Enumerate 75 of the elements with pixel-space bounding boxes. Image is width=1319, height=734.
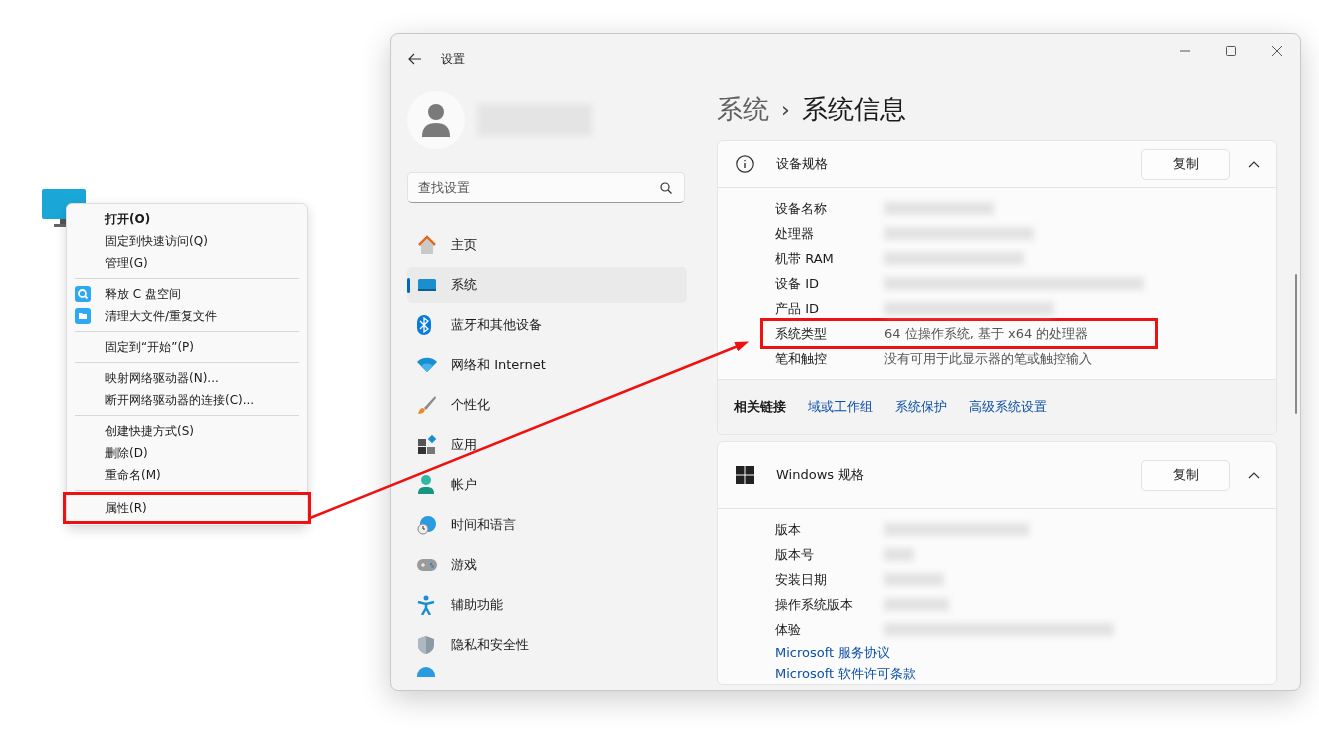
nav-item[interactable]: 隐私和安全性 bbox=[407, 627, 687, 663]
info-icon bbox=[736, 155, 754, 173]
spec-label: 操作系统版本 bbox=[775, 595, 854, 614]
menu-item[interactable]: 删除(D) bbox=[67, 442, 307, 464]
wifi-icon bbox=[417, 357, 437, 373]
search-icon bbox=[660, 182, 672, 194]
nav-item[interactable]: 辅助功能 bbox=[407, 587, 687, 623]
partial-nav-icon bbox=[417, 667, 435, 677]
menu-item[interactable]: 重命名(M) bbox=[67, 464, 307, 486]
bluetooth-icon bbox=[417, 315, 431, 335]
menu-item[interactable]: 创建快捷方式(S) bbox=[67, 420, 307, 442]
nav-item[interactable]: 帐户 bbox=[407, 467, 687, 503]
menu-item[interactable]: 释放 C 盘空间 bbox=[67, 283, 307, 305]
menu-item[interactable]: 打开(O) bbox=[67, 208, 307, 230]
spec-label: 体验 bbox=[775, 620, 802, 639]
nav-item[interactable]: 个性化 bbox=[407, 387, 687, 423]
close-icon[interactable] bbox=[1272, 46, 1282, 56]
windows-logo-icon bbox=[736, 466, 754, 484]
spec-label: 版本号 bbox=[775, 545, 815, 564]
nav-item[interactable]: 蓝牙和其他设备 bbox=[407, 307, 687, 343]
gamepad-icon bbox=[417, 558, 437, 572]
shield-icon bbox=[417, 635, 435, 655]
spec-value: 64 位操作系统, 基于 x64 的处理器 bbox=[884, 324, 1089, 343]
menu-item[interactable]: 映射网络驱动器(N)... bbox=[67, 367, 307, 389]
spec-label: 设备 ID bbox=[775, 274, 820, 293]
nav-item[interactable]: 游戏 bbox=[407, 547, 687, 583]
link[interactable]: 高级系统设置 bbox=[969, 398, 1047, 416]
spec-value: 没有可用于此显示器的笔或触控输入 bbox=[884, 349, 1092, 368]
breadcrumb-parent[interactable]: 系统 bbox=[717, 91, 769, 127]
spec-label: 处理器 bbox=[775, 224, 815, 243]
nav-item[interactable]: 主页 bbox=[407, 227, 687, 263]
window-title: 设置 bbox=[441, 50, 465, 68]
menu-item[interactable]: 属性(R) bbox=[66, 495, 308, 521]
copy-button[interactable]: 复制 bbox=[1141, 459, 1230, 491]
related-links-label: 相关链接 bbox=[734, 398, 786, 416]
page-title: 系统信息 bbox=[801, 92, 906, 126]
nav-item[interactable]: 网络和 Internet bbox=[407, 347, 687, 383]
section-title: Windows 规格 bbox=[776, 466, 866, 484]
monitor-icon bbox=[417, 277, 437, 293]
menu-item[interactable]: 断开网络驱动器的连接(C)... bbox=[67, 389, 307, 411]
link[interactable]: 域或工作组 bbox=[808, 398, 873, 416]
chevron-icon[interactable] bbox=[1248, 471, 1260, 479]
maximize-icon[interactable] bbox=[1226, 46, 1236, 56]
globe-clock-icon bbox=[417, 515, 437, 535]
spec-label: 产品 ID bbox=[775, 299, 820, 318]
link[interactable]: 系统保护 bbox=[895, 398, 947, 416]
link[interactable]: Microsoft 软件许可条款 bbox=[775, 663, 917, 684]
spec-label: 设备名称 bbox=[775, 199, 828, 218]
magnifier-icon bbox=[75, 286, 91, 302]
back-arrow-icon[interactable] bbox=[408, 53, 422, 65]
accessibility-icon bbox=[417, 595, 435, 615]
scrollbar[interactable] bbox=[1295, 274, 1297, 414]
spec-label: 版本 bbox=[775, 520, 802, 539]
house-icon bbox=[417, 235, 437, 255]
menu-item[interactable]: 管理(G) bbox=[67, 252, 307, 274]
spec-label: 笔和触控 bbox=[775, 349, 828, 368]
nav-item[interactable]: 时间和语言 bbox=[407, 507, 687, 543]
spec-label: 系统类型 bbox=[775, 324, 828, 343]
menu-item[interactable]: 固定到快速访问(Q) bbox=[67, 230, 307, 252]
folder-icon bbox=[75, 308, 91, 324]
chevron-icon[interactable] bbox=[1248, 160, 1260, 168]
menu-item[interactable]: 清理大文件/重复文件 bbox=[67, 305, 307, 327]
brush-icon bbox=[417, 395, 437, 415]
link[interactable]: Microsoft 服务协议 bbox=[775, 642, 891, 663]
apps-icon bbox=[417, 435, 437, 455]
copy-button[interactable]: 复制 bbox=[1141, 148, 1230, 180]
section-title: 设备规格 bbox=[776, 155, 829, 173]
breadcrumb-separator: › bbox=[781, 96, 790, 122]
spec-label: 机带 RAM bbox=[775, 249, 835, 268]
spec-label: 安装日期 bbox=[775, 570, 828, 589]
search-field[interactable]: 查找设置 bbox=[407, 172, 685, 203]
person-icon bbox=[417, 475, 435, 495]
menu-item[interactable]: 固定到“开始”(P) bbox=[67, 336, 307, 358]
nav-item[interactable]: 应用 bbox=[407, 427, 687, 463]
nav-item[interactable]: 系统 bbox=[407, 267, 687, 303]
